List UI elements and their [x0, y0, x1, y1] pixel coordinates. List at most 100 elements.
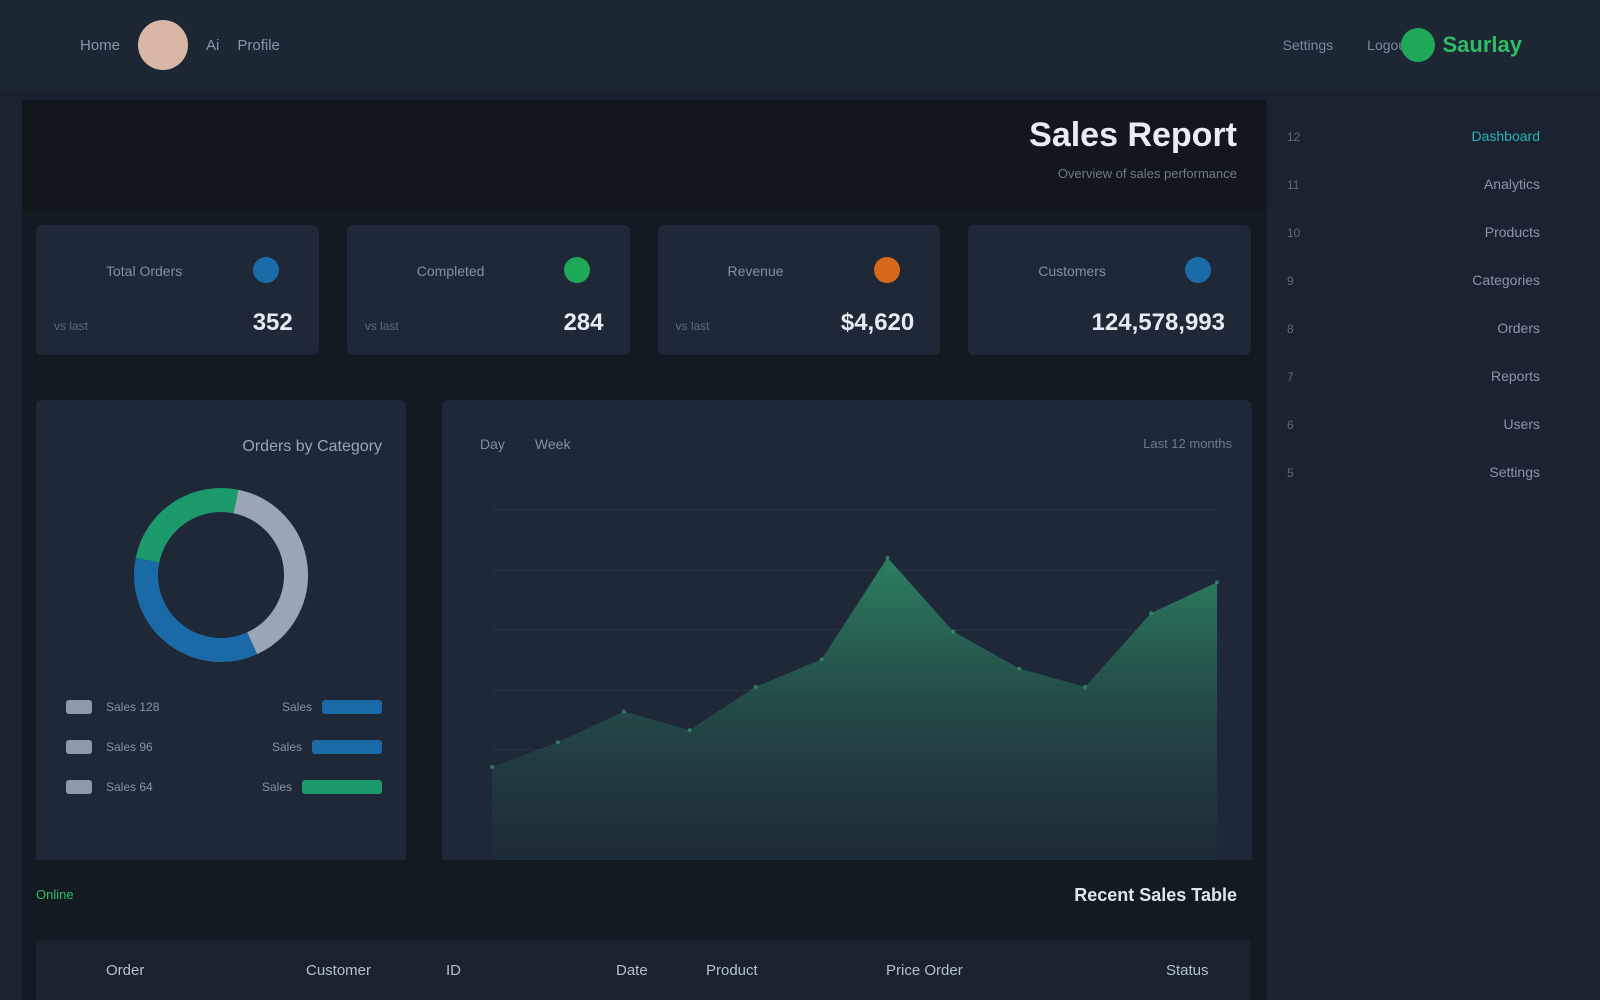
legend-item: Sales 64 [66, 780, 153, 794]
table-title: Recent Sales Table [1074, 885, 1237, 905]
legend-label: Sales [271, 740, 302, 754]
rail-number: 10 [1287, 226, 1301, 240]
legend-bar [322, 700, 382, 714]
data-point[interactable] [1149, 611, 1154, 616]
orders-icon [252, 257, 279, 283]
legend-label: Sales [261, 780, 292, 794]
users-icon [1185, 257, 1211, 283]
donut-segment-electronics[interactable] [233, 489, 308, 655]
check-icon [563, 257, 590, 283]
nav-ai[interactable]: Ai [206, 37, 219, 54]
legend-item: Sales 128 [66, 700, 159, 714]
data-point[interactable] [885, 555, 890, 560]
data-point[interactable] [753, 684, 758, 689]
legend-swatch [66, 700, 92, 714]
table-header: Order Customer ID Date Product Price Ord… [36, 940, 1251, 1000]
legend-bar [312, 740, 382, 754]
col-id[interactable]: ID [446, 962, 461, 979]
stat-value: 284 [563, 309, 604, 336]
data-point[interactable] [490, 764, 494, 769]
rail-item-settings[interactable]: Settings [1472, 464, 1540, 512]
main-content: Sales Report Overview of sales performan… [22, 100, 1267, 1000]
rail-item-analytics[interactable]: Analytics [1472, 176, 1540, 224]
rail-number: 8 [1287, 322, 1294, 336]
stat-card-completed[interactable]: Completed vs last 284 [346, 225, 630, 355]
col-order[interactable]: Order [106, 962, 144, 979]
stat-sub: vs last [364, 319, 399, 333]
donut-chart [134, 488, 308, 662]
data-point[interactable] [1083, 684, 1088, 689]
page-subtitle: Overview of sales performance [1057, 166, 1237, 181]
legend-swatch [66, 780, 92, 794]
legend-bar [302, 780, 382, 794]
data-point[interactable] [687, 728, 692, 732]
top-bar: Home Ai Profile Settings Logout [0, 0, 1600, 90]
page-title: Sales Report [1029, 116, 1237, 154]
rail-numbers: 12 11 10 9 8 7 6 5 [1287, 130, 1300, 514]
donut-title: Orders by Category [242, 438, 382, 455]
rail-number: 7 [1287, 370, 1294, 384]
legend-label: Sales 96 [106, 740, 153, 754]
legend-label: Sales 128 [106, 700, 160, 714]
stat-label: Customers [1038, 263, 1106, 279]
rail-number: 5 [1287, 466, 1294, 480]
nav-profile[interactable]: Profile [237, 37, 280, 54]
rail-number: 11 [1287, 178, 1300, 192]
data-point[interactable] [1215, 580, 1219, 585]
stat-card-orders[interactable]: Total Orders vs last 352 [36, 225, 319, 355]
col-product[interactable]: Product [706, 962, 758, 979]
col-price[interactable]: Price Order [886, 962, 963, 979]
legend-item-right: Sales [262, 780, 382, 794]
stat-value: 352 [252, 309, 293, 336]
revenue-icon [874, 257, 901, 283]
brand-name: Saurlay [1442, 32, 1523, 57]
legend-item: Sales 96 [66, 740, 153, 754]
donut-segment-clothing[interactable] [134, 557, 258, 662]
col-date[interactable]: Date [616, 962, 648, 979]
data-point[interactable] [819, 657, 824, 662]
rail-number: 6 [1287, 418, 1294, 432]
data-point[interactable] [1017, 666, 1022, 671]
top-links: Settings Logout [1283, 37, 1410, 53]
top-nav: Home Ai Profile [80, 20, 280, 70]
col-status[interactable]: Status [1166, 962, 1209, 979]
stat-label: Revenue [727, 263, 784, 279]
stat-card-revenue[interactable]: Revenue vs last $4,620 [657, 225, 941, 355]
stat-label: Completed [416, 263, 485, 279]
legend-item-right: Sales [272, 740, 382, 754]
stat-sub: vs last [54, 319, 89, 333]
brand-logo[interactable]: Saurlay [1400, 28, 1523, 62]
rail-item-users[interactable]: Users [1472, 416, 1540, 464]
rail-item-products[interactable]: Products [1472, 224, 1540, 272]
stat-cards: Total Orders vs last 352 Completed vs la… [36, 225, 1251, 355]
stat-value: $4,620 [840, 309, 915, 336]
rail-item-orders[interactable]: Orders [1472, 320, 1540, 368]
settings-link[interactable]: Settings [1283, 37, 1334, 53]
col-customer[interactable]: Customer [306, 962, 371, 979]
brand-icon [1400, 28, 1435, 62]
data-point[interactable] [555, 740, 560, 745]
data-point[interactable] [621, 709, 626, 714]
legend-label: Sales 64 [106, 780, 153, 794]
stat-card-customers[interactable]: Customers 124,578,993 [968, 225, 1251, 355]
rail-menu: Dashboard Analytics Products Categories Orde… [1472, 128, 1541, 512]
page-header: Sales Report Overview of sales performan… [22, 100, 1267, 210]
legend-swatch [66, 740, 92, 754]
right-sidebar: 12 11 10 9 8 7 6 5 Dashboard Analytics Products Ca… [1275, 110, 1600, 1000]
rail-number: 9 [1287, 274, 1294, 288]
stat-sub: vs last [675, 319, 710, 333]
rail-item-dashboard[interactable]: Dashboard [1472, 128, 1541, 176]
rail-number: 12 [1287, 130, 1301, 144]
legend-label: Sales [281, 700, 312, 714]
avatar[interactable] [138, 20, 189, 70]
stat-value: 124,578,993 [1091, 309, 1225, 336]
rail-item-categories[interactable]: Categories [1472, 272, 1540, 320]
data-point[interactable] [951, 629, 956, 634]
area-series[interactable] [492, 557, 1217, 890]
donut-segment-food[interactable] [135, 488, 239, 563]
status-indicator: Online [36, 887, 74, 902]
nav-home[interactable]: Home [80, 37, 120, 54]
stat-label: Total Orders [106, 263, 183, 279]
legend-item-right: Sales [282, 700, 382, 714]
rail-item-reports[interactable]: Reports [1472, 368, 1540, 416]
